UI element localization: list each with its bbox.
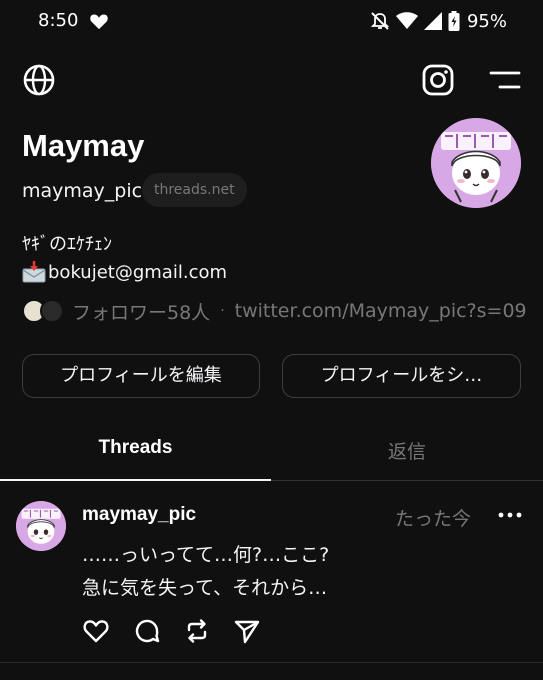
follower-avatar (40, 299, 64, 323)
battery-icon (448, 11, 460, 31)
domain-chip[interactable]: threads.net (142, 173, 247, 207)
post-text-line-1: ……っいってて…何?…ここ? (82, 544, 330, 566)
status-bar: 8:50 95% (0, 0, 543, 42)
tab-active-indicator (0, 479, 271, 481)
wifi-icon (395, 12, 418, 29)
post-username[interactable]: maymay_pic (82, 504, 196, 526)
instagram-icon[interactable] (421, 63, 455, 97)
profile-meta: フォロワー58人 · twitter.com/Maymay_pic?s=09 (22, 296, 527, 326)
profile-link[interactable]: twitter.com/Maymay_pic?s=09 (235, 300, 527, 322)
tab-replies[interactable]: 返信 (271, 437, 543, 464)
share-profile-button[interactable]: プロフィールをシ… (282, 354, 521, 398)
bio-email: bokujet@gmail.com (48, 261, 228, 283)
post-divider (0, 662, 543, 663)
avatar-illustration (431, 118, 521, 208)
battery-percent: 95% (466, 10, 507, 32)
profile-handle: maymay_pic (22, 180, 143, 202)
tab-threads[interactable]: Threads (0, 437, 271, 459)
avatar-illustration (16, 501, 66, 551)
post-text-line-2: 急に気を失って、それから… (82, 577, 328, 599)
post-time: たった今 (395, 508, 472, 530)
separator-dot: · (220, 303, 225, 319)
edit-profile-button[interactable]: プロフィールを編集 (22, 354, 260, 398)
send-icon[interactable] (233, 617, 261, 645)
status-time: 8:50 (38, 10, 79, 31)
inbox-tray-icon (22, 261, 46, 283)
heart-icon[interactable] (82, 617, 110, 645)
profile-name: Maymay (22, 128, 145, 163)
menu-icon[interactable] (488, 68, 522, 92)
silent-icon (370, 12, 390, 30)
comment-icon[interactable] (133, 617, 161, 645)
bio-line-2: bokujet@gmail.com (22, 261, 227, 283)
heart-status-icon (90, 14, 108, 30)
post-avatar[interactable] (16, 501, 66, 551)
profile-avatar[interactable] (431, 118, 521, 208)
repost-icon[interactable] (183, 617, 211, 645)
globe-icon[interactable] (22, 63, 56, 97)
more-icon[interactable] (498, 510, 522, 520)
followers-count[interactable]: フォロワー58人 (72, 298, 210, 325)
bio-line-1: ﾔｷﾞのｴｹﾁｪﾝ (22, 234, 112, 255)
signal-icon (423, 12, 442, 30)
